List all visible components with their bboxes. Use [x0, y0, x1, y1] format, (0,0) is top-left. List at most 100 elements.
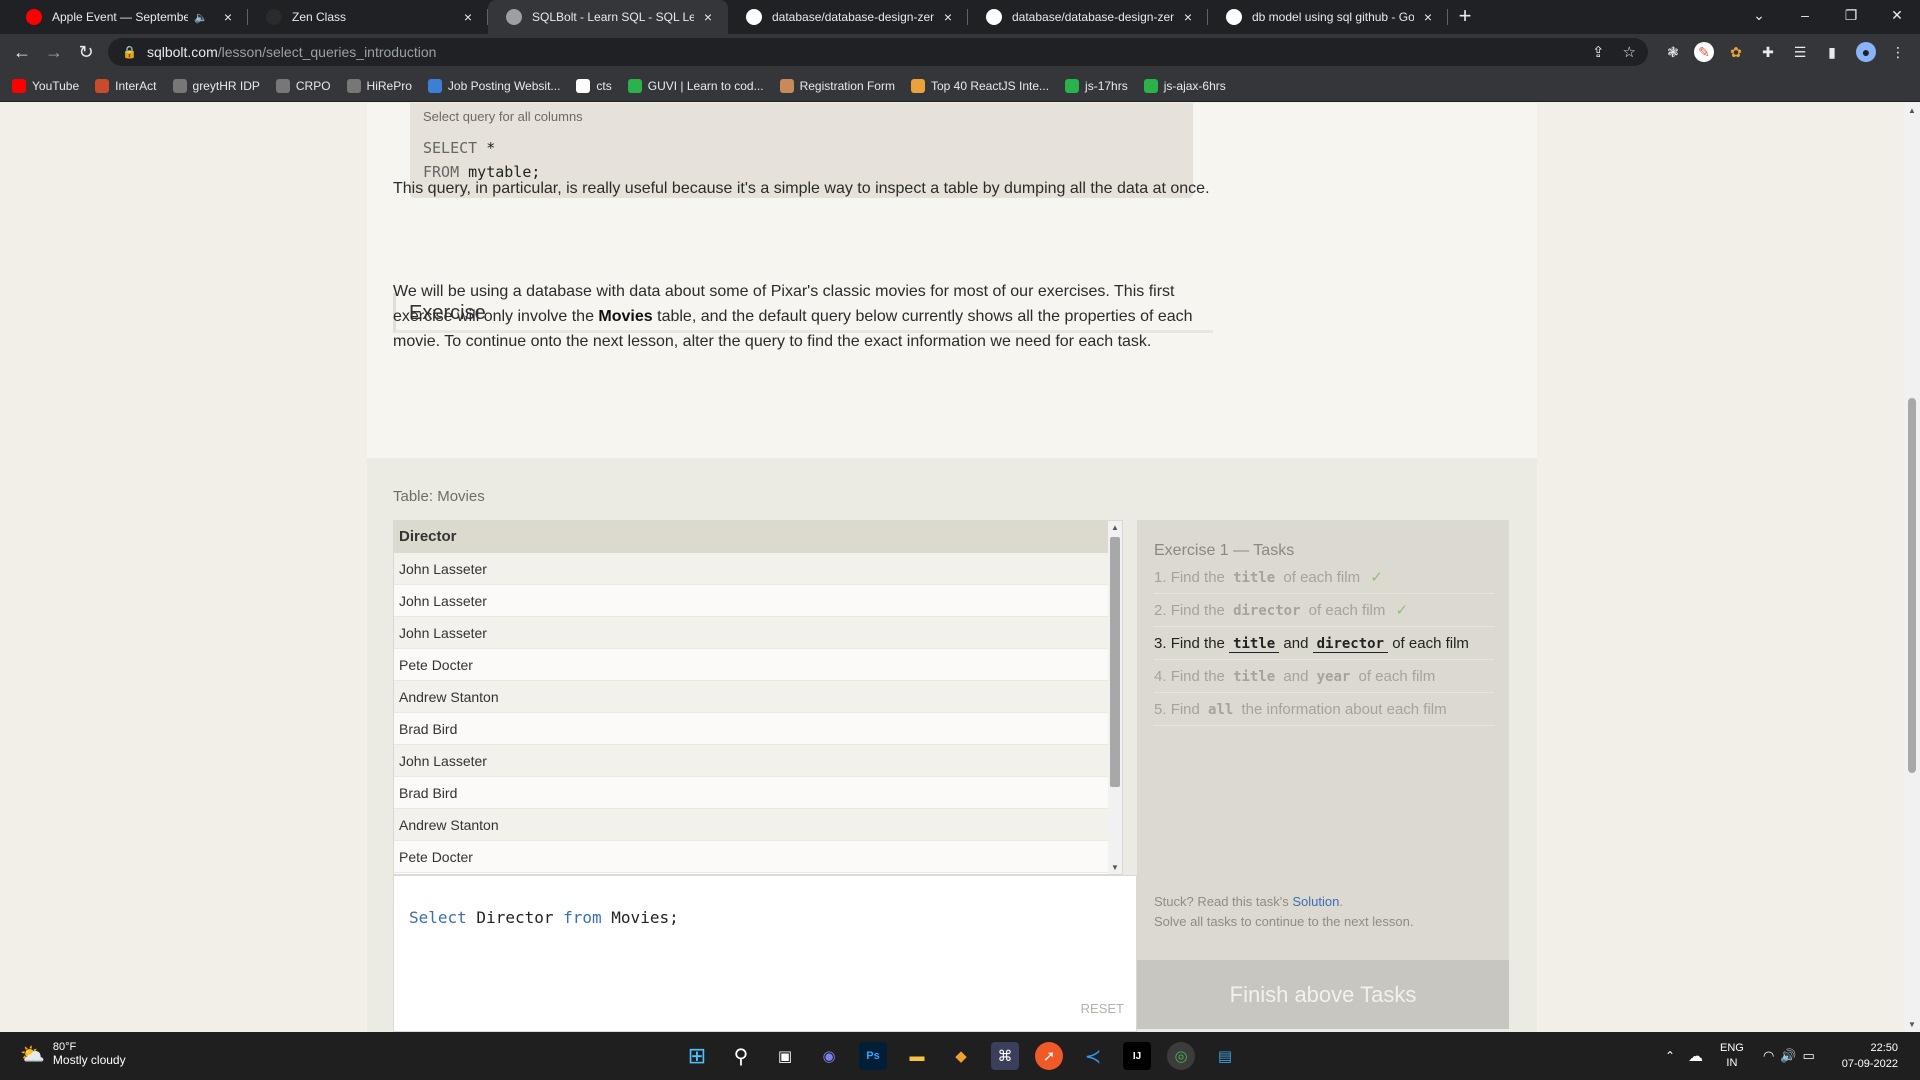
- bookmark-item[interactable]: CRPO: [275, 78, 331, 93]
- checkmark-icon: ✓: [1395, 602, 1409, 619]
- forward-button[interactable]: →: [38, 36, 70, 68]
- bookmark-star-icon[interactable]: ☆: [1623, 43, 1636, 61]
- scroll-down-icon[interactable]: ▼: [1108, 863, 1122, 872]
- query-text[interactable]: Select Director from Movies;: [409, 908, 679, 927]
- page-viewport: Select query for all columns SELECT * FR…: [0, 103, 1904, 1032]
- clock-date: 07-09-2022: [1841, 1058, 1898, 1070]
- bookmark-item[interactable]: Job Posting Websit...: [427, 78, 561, 93]
- back-button[interactable]: ←: [6, 36, 38, 68]
- bookmark-item[interactable]: cts: [576, 78, 612, 93]
- reset-button[interactable]: RESET: [1081, 1001, 1124, 1016]
- bookmark-item[interactable]: GUVI | Learn to cod...: [627, 78, 764, 93]
- bookmark-item[interactable]: Registration Form: [779, 78, 895, 93]
- bookmark-item[interactable]: greytHR IDP: [172, 78, 260, 93]
- vscode-icon[interactable]: ≺: [1079, 1042, 1107, 1070]
- tray-overflow-icon[interactable]: ⌃: [1665, 1032, 1675, 1080]
- bookmark-label: Job Posting Websit...: [447, 78, 561, 93]
- file-explorer-icon[interactable]: ▬: [903, 1042, 931, 1070]
- photoshop-icon[interactable]: Ps: [859, 1042, 887, 1070]
- reading-list-icon[interactable]: ☰: [1790, 42, 1810, 62]
- google-icon: [1226, 9, 1242, 25]
- bookmark-item[interactable]: HiRePro: [346, 78, 412, 93]
- intellij-icon[interactable]: IJ: [1123, 1042, 1151, 1070]
- bookmark-item[interactable]: js-17hrs: [1065, 78, 1128, 93]
- onedrive-cloud-icon[interactable]: ☁: [1688, 1032, 1703, 1080]
- bookmark-item[interactable]: YouTube: [12, 78, 79, 93]
- solution-link[interactable]: Solution: [1292, 894, 1339, 909]
- side-panel-icon[interactable]: ▮: [1822, 42, 1842, 62]
- address-bar[interactable]: 🔒 sqlbolt.com /lesson/select_queries_int…: [108, 38, 1648, 66]
- tab-title: Apple Event — September 7: [52, 10, 189, 24]
- reload-button[interactable]: ↻: [70, 36, 102, 68]
- browser-tab[interactable]: Zen Class ×: [248, 0, 488, 34]
- code-app-icon[interactable]: ⌘: [991, 1042, 1019, 1070]
- task-text: Find the: [1170, 602, 1225, 619]
- page-scrollbar[interactable]: ▲ ▼: [1904, 103, 1920, 1032]
- tab-title: Zen Class: [292, 10, 347, 24]
- share-icon[interactable]: ⇪: [1592, 43, 1605, 61]
- table-label: Table: Movies: [393, 488, 485, 505]
- bookmark-item[interactable]: js-ajax-6hrs: [1143, 78, 1226, 93]
- clock[interactable]: 22:50 07-09-2022: [1838, 1032, 1898, 1080]
- extension-pen-icon[interactable]: ✎: [1694, 42, 1714, 62]
- bookmark-label: greytHR IDP: [192, 78, 260, 93]
- bookmark-item[interactable]: InterAct: [95, 78, 157, 93]
- system-status[interactable]: ◠ 🔊 ▭: [1763, 1032, 1815, 1080]
- task-view-icon[interactable]: ▣: [771, 1042, 799, 1070]
- browser-tab[interactable]: database/database-design-zen-c ×: [968, 0, 1208, 34]
- sql-editor[interactable]: Select Director from Movies; RESET: [393, 875, 1137, 1032]
- close-tab-icon[interactable]: ×: [700, 9, 716, 25]
- table-row: Pete Docter: [394, 649, 1110, 681]
- bookmark-label: cts: [596, 78, 612, 93]
- close-tab-icon[interactable]: ×: [1420, 9, 1436, 25]
- windows-start-icon[interactable]: ⊞: [683, 1042, 711, 1070]
- new-tab-button[interactable]: +: [1448, 0, 1482, 34]
- browser-tab[interactable]: database/database-design-zen-c ×: [728, 0, 968, 34]
- browser-tab[interactable]: Apple Event — September 7 🔈 ×: [8, 0, 248, 34]
- task-number: 5.: [1154, 701, 1167, 718]
- close-tab-icon[interactable]: ×: [940, 9, 956, 25]
- menu-kebab-icon[interactable]: ⋮: [1888, 42, 1908, 62]
- finish-tasks-button[interactable]: Finish above Tasks: [1137, 960, 1509, 1029]
- bookmark-label: InterAct: [115, 78, 157, 93]
- exercise-description: We will be using a database with data ab…: [393, 279, 1213, 354]
- close-tab-icon[interactable]: ×: [220, 9, 236, 25]
- browser-tab[interactable]: db model using sql github - Goo ×: [1208, 0, 1448, 34]
- bookmark-item[interactable]: Top 40 ReactJS Inte...: [910, 78, 1049, 93]
- browser-tab[interactable]: SQLBolt - Learn SQL - SQL Lesson ×: [488, 0, 728, 34]
- task-number: 2.: [1154, 602, 1167, 619]
- teams-chat-icon[interactable]: ◉: [815, 1042, 843, 1070]
- tab-search-button[interactable]: ⌄: [1736, 0, 1782, 30]
- wifi-icon: ◠: [1763, 1048, 1775, 1063]
- chrome-icon[interactable]: ◎: [1167, 1042, 1195, 1070]
- globe-icon: [275, 78, 290, 93]
- weather-widget[interactable]: ⛅ 80°F Mostly cloudy: [20, 1041, 126, 1067]
- task-text: of each film: [1392, 635, 1469, 652]
- scroll-down-icon[interactable]: ▼: [1904, 1020, 1920, 1029]
- profile-avatar[interactable]: ●: [1856, 42, 1876, 62]
- clock-time: 22:50: [1870, 1042, 1898, 1054]
- minimize-button[interactable]: –: [1782, 0, 1828, 30]
- notepad-icon[interactable]: ▤: [1211, 1042, 1239, 1070]
- git-icon[interactable]: ◆: [947, 1042, 975, 1070]
- solve-all-text: Solve all tasks to continue to the next …: [1154, 914, 1414, 929]
- mute-tab-icon[interactable]: 🔈: [194, 11, 208, 24]
- extension-gear-icon[interactable]: ❃: [1663, 42, 1683, 62]
- results-scrollbar[interactable]: ▲ ▼: [1108, 521, 1122, 874]
- results-table[interactable]: Director John Lasseter John Lasseter John …: [393, 520, 1123, 875]
- language-indicator[interactable]: ENG IN: [1720, 1032, 1744, 1080]
- scroll-up-icon[interactable]: ▲: [1904, 106, 1920, 115]
- scrollbar-thumb[interactable]: [1110, 537, 1120, 787]
- extension-color-icon[interactable]: ✿: [1726, 42, 1746, 62]
- page-scrollbar-thumb[interactable]: [1908, 398, 1916, 773]
- close-tab-icon[interactable]: ×: [1180, 9, 1196, 25]
- extensions-puzzle-icon[interactable]: ✚: [1758, 42, 1778, 62]
- postman-icon[interactable]: ➚: [1035, 1042, 1063, 1070]
- close-window-button[interactable]: ✕: [1874, 0, 1920, 30]
- close-tab-icon[interactable]: ×: [460, 9, 476, 25]
- lock-icon[interactable]: 🔒: [122, 45, 137, 59]
- movies-table-name: Movies: [598, 308, 653, 325]
- scroll-up-icon[interactable]: ▲: [1108, 523, 1122, 532]
- search-icon[interactable]: ⚲: [727, 1042, 755, 1070]
- restore-button[interactable]: ❐: [1828, 0, 1874, 30]
